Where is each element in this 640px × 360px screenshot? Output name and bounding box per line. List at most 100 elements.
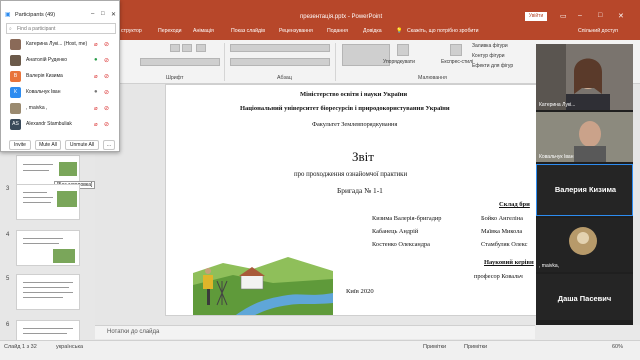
search-placeholder: Find a participant [17, 26, 56, 32]
invite-button[interactable]: Invite [9, 140, 31, 150]
arrange-icon[interactable] [397, 44, 409, 56]
notes-toggle[interactable]: Примітки [423, 344, 446, 350]
slide-member: Кабанець Андрій [372, 228, 419, 235]
tab-help[interactable]: Довідка [363, 28, 382, 34]
shape-effects-button[interactable]: Ефекти для фігур [472, 63, 513, 69]
slide-subtitle: про проходження ознайомчої практики [294, 171, 408, 178]
participant-row[interactable]: В Валерія Кизима ⌀ ⊘ [6, 70, 116, 84]
slide-title: Звіт [352, 149, 374, 164]
participant-row[interactable]: К Ковальчук Іван ● ⊘ [6, 86, 116, 100]
participants-panel: ▣ Participants (49) – □ ✕ ⌕ Find a parti… [0, 0, 120, 152]
camera-off-icon[interactable]: ⊘ [104, 73, 109, 80]
participant-row[interactable]: Анатолій Руденко ● ⊘ [6, 54, 116, 68]
more-options-button[interactable]: ... [103, 140, 115, 150]
slide-supervisor-heading: Науковий керівн [484, 259, 534, 266]
participant-row[interactable]: AS Alexandr Stambuliak ⌀ ⊘ [6, 118, 116, 132]
clear-format-icon[interactable] [196, 44, 206, 52]
video-tile[interactable]: Валерия Кизима [536, 164, 633, 216]
slide-counter: Слайд 1 з 32 [4, 344, 37, 350]
tab-view[interactable]: Подання [327, 28, 348, 34]
status-bar: Слайд 1 з 32 українська Примітки Примітк… [0, 340, 640, 360]
video-tile[interactable]: , maivka, [536, 218, 633, 272]
slide-thumbnails-pane: [Без заголовка] 3 4 5 6 [0, 150, 96, 356]
mute-all-button[interactable]: Mute All [35, 140, 61, 150]
slide-member: Стамбуляк Олекс [481, 241, 528, 248]
zoom-level[interactable]: 60% [612, 344, 623, 350]
language-indicator[interactable]: українська [56, 344, 83, 350]
video-name: Ковальчук Іван [539, 154, 574, 160]
restore-icon[interactable]: □ [598, 12, 602, 19]
avatar [10, 39, 21, 50]
arrange-button[interactable]: Упорядкувати [383, 59, 415, 65]
avatar [10, 55, 21, 66]
mic-muted-icon[interactable]: ⌀ [94, 121, 98, 128]
camera-off-icon[interactable]: ⊘ [104, 57, 109, 64]
tab-transitions[interactable]: Переходи [158, 28, 182, 34]
maximize-icon[interactable]: □ [101, 11, 105, 17]
tab-review[interactable]: Рецензування [279, 28, 313, 34]
avatar [10, 103, 21, 114]
participant-name: Ковальчук Іван [26, 89, 61, 95]
shape-outline-button[interactable]: Контур фігури [472, 53, 504, 59]
slide-thumbnail[interactable] [16, 230, 80, 266]
participant-avatar [569, 227, 597, 255]
mic-muted-icon[interactable]: ⌀ [94, 41, 98, 48]
participant-search-input[interactable]: ⌕ Find a participant [6, 23, 116, 34]
video-tile[interactable]: Ковальчук Іван [536, 112, 633, 162]
list-buttons-row[interactable] [230, 44, 330, 52]
quick-styles-button[interactable]: Експрес-стилі [441, 59, 473, 65]
quick-styles-icon[interactable] [450, 44, 462, 56]
avatar: К [10, 87, 21, 98]
font-format-row[interactable] [140, 58, 220, 66]
camera-off-icon[interactable]: ⊘ [104, 89, 109, 96]
slide-thumbnail[interactable] [16, 184, 80, 220]
participant-row[interactable]: , maivka , ⌀ ⊘ [6, 102, 116, 116]
slide-city-year: Київ 2020 [346, 288, 374, 295]
tab-slideshow[interactable]: Показ слайдів [231, 28, 265, 34]
mic-icon[interactable]: ● [94, 89, 98, 95]
participant-row[interactable]: Катерина Лукі... (Host, me) ⌀ ⊘ [6, 38, 116, 52]
camera-off-icon[interactable]: ⊘ [104, 121, 109, 128]
video-name: , maivka, [539, 263, 560, 269]
mic-muted-icon[interactable]: ⌀ [94, 73, 98, 80]
avatar: AS [10, 119, 21, 130]
video-name: Катерина Лукі... [539, 102, 576, 108]
tab-design[interactable]: структор [121, 28, 142, 34]
notes-placeholder: Нотатки до слайда [107, 329, 160, 335]
camera-off-icon[interactable]: ⊘ [104, 41, 109, 48]
window-title: презентація.pptx - PowerPoint [300, 14, 383, 20]
sign-in-button[interactable]: Увійти [525, 12, 547, 21]
ribbon-display-icon[interactable]: ▭ [560, 12, 567, 20]
font-group-label: Шрифт [166, 75, 184, 81]
participant-name: Катерина Лукі... (Host, me) [26, 41, 88, 47]
camera-off-icon[interactable]: ⊘ [104, 105, 109, 112]
participant-name: Валерія Кизима [26, 73, 63, 79]
video-tile[interactable]: Катерина Лукі... [536, 44, 633, 110]
slide-ministry: Міністерство освіти і науки України [300, 91, 408, 98]
unmute-all-button[interactable]: Unmute All [65, 140, 99, 150]
minimize-icon[interactable]: – [578, 12, 582, 19]
font-size-down-icon[interactable] [182, 44, 192, 52]
minimize-icon[interactable]: – [91, 11, 94, 17]
mic-active-icon[interactable]: ● [94, 57, 98, 63]
paragraph-group-label: Абзац [277, 75, 292, 81]
shape-fill-button[interactable]: Заливка фігури [472, 43, 508, 49]
align-buttons-row[interactable] [230, 58, 330, 66]
participants-title: Participants (49) [15, 12, 56, 18]
participant-name: , maivka , [26, 105, 48, 111]
tab-animations[interactable]: Анімація [193, 28, 214, 34]
share-button[interactable]: Спільний доступ [578, 28, 618, 34]
notes-pane[interactable]: Нотатки до слайда [95, 325, 535, 339]
search-icon: ⌕ [9, 26, 12, 32]
mic-muted-icon[interactable]: ⌀ [94, 105, 98, 112]
current-slide[interactable]: Міністерство освіти і науки України Наці… [165, 84, 545, 316]
close-icon[interactable]: ✕ [618, 12, 624, 20]
tell-me-search[interactable]: Скажіть, що потрібно зробити [407, 28, 479, 34]
slide-faculty: Факультет Землевпорядкування [312, 121, 398, 128]
close-icon[interactable]: ✕ [111, 11, 116, 18]
comments-toggle[interactable]: Примітки [464, 344, 487, 350]
font-size-icon[interactable] [170, 44, 180, 52]
thumbnail-number: 6 [6, 322, 10, 328]
video-tile[interactable]: Даша Пасевич [536, 274, 633, 320]
slide-thumbnail[interactable] [16, 274, 80, 310]
